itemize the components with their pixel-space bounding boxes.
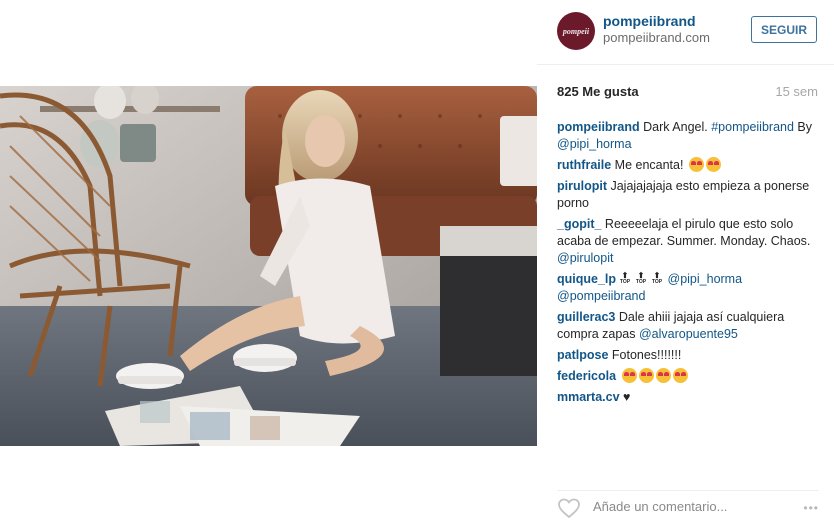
comment-text: Dark Angel. <box>639 120 712 134</box>
heart-eyes-emoji <box>621 368 637 383</box>
comment-bar: ••• <box>557 490 819 520</box>
post-sidebar: pompeii pompeiibrand pompeiibrand.com SE… <box>537 0 834 531</box>
comment-username[interactable]: guillerac3 <box>557 310 615 324</box>
post-media-area <box>0 0 537 531</box>
comment-text: Fotones!!!!!!! <box>608 348 682 362</box>
comment-username[interactable]: mmarta.cv <box>557 390 620 404</box>
comment-username[interactable]: federicola <box>557 369 616 383</box>
comment-text <box>616 369 619 383</box>
comment-input[interactable] <box>593 499 783 514</box>
comment-mention[interactable]: @pipi_horma <box>668 272 743 286</box>
comment-text: ♥ <box>619 390 631 404</box>
follow-button[interactable]: SEGUIR <box>751 16 817 43</box>
comment-mention[interactable]: @pompeiibrand <box>557 289 645 303</box>
heart-eyes-emoji <box>688 157 704 172</box>
heart-eyes-emoji <box>705 157 721 172</box>
comments-list: pompeiibrand Dark Angel. #pompeiibrand B… <box>557 119 819 410</box>
comment-mention[interactable]: #pompeiibrand <box>711 120 794 134</box>
comment-item: federicola <box>557 368 819 385</box>
comment-username[interactable]: pirulopit <box>557 179 607 193</box>
comment-item: mmarta.cv ♥ <box>557 389 819 406</box>
comment-item: _gopit_ Reeeeelaja el pirulo que esto so… <box>557 216 819 267</box>
comment-username[interactable]: quique_lp <box>557 272 616 286</box>
post-age[interactable]: 15 sem <box>775 84 818 99</box>
top-arrow-icon: ⬆ TOP <box>651 271 663 286</box>
comment-mention[interactable]: @alvaropuente95 <box>639 327 738 341</box>
comment-mention[interactable]: @pipi_horma <box>557 137 632 151</box>
top-arrow-icon: ⬆ TOP <box>619 271 631 286</box>
comment-text: By <box>793 120 812 134</box>
author-website[interactable]: pompeiibrand.com <box>603 30 710 45</box>
top-arrow-icon: ⬆ TOP <box>635 271 647 286</box>
heart-icon[interactable] <box>557 497 581 519</box>
likes-count[interactable]: 825 Me gusta <box>557 84 639 99</box>
comment-text: Me encanta! <box>611 158 687 172</box>
post-header: pompeii pompeiibrand pompeiibrand.com SE… <box>537 0 834 65</box>
comment-item: pompeiibrand Dark Angel. #pompeiibrand B… <box>557 119 819 153</box>
heart-eyes-emoji <box>672 368 688 383</box>
comment-item: guillerac3 Dale ahiii jajaja así cualqui… <box>557 309 819 343</box>
post-photo[interactable] <box>0 86 537 446</box>
comment-username[interactable]: ruthfraile <box>557 158 611 172</box>
heart-eyes-emoji <box>655 368 671 383</box>
comment-item: quique_lp ⬆ TOP ⬆ TOP ⬆ TOP @pipi_horma @pompe… <box>557 271 819 305</box>
comment-item: pirulopit Jajajajajaja esto empieza a po… <box>557 178 819 212</box>
author-username[interactable]: pompeiibrand <box>603 13 696 29</box>
avatar-logo-text: pompeii <box>562 26 590 36</box>
post-stats: 825 Me gusta 15 sem <box>557 84 818 102</box>
comment-item: patlpose Fotones!!!!!!! <box>557 347 819 364</box>
comment-username[interactable]: patlpose <box>557 348 608 362</box>
more-options-icon[interactable]: ••• <box>803 501 819 515</box>
comment-mention[interactable]: @pirulopit <box>557 251 613 265</box>
comment-item: ruthfraile Me encanta! <box>557 157 819 174</box>
avatar[interactable]: pompeii <box>557 12 595 50</box>
heart-eyes-emoji <box>638 368 654 383</box>
comment-username[interactable]: _gopit_ <box>557 217 601 231</box>
comment-username[interactable]: pompeiibrand <box>557 120 640 134</box>
